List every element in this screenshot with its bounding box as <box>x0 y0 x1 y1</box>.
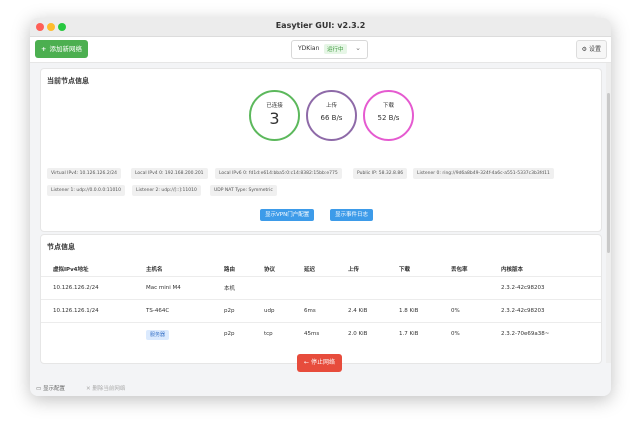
table-cell: 45ms <box>292 322 336 345</box>
close-icon: ✕ <box>86 386 91 392</box>
table-cell: 10.126.126.2/24 <box>41 276 134 300</box>
column-header: 虚拟IPv4地址 <box>53 266 89 273</box>
arrow-left-icon: ← <box>304 359 310 366</box>
table-cell: Mac mini M4 <box>134 276 212 300</box>
connected-label: 已连接 <box>266 103 283 109</box>
column-header: 丢包率 <box>451 266 468 273</box>
listener-0-chip: Listener 0: ring://9d6a8b49-324f-4a6c-a5… <box>413 168 554 179</box>
table-cell <box>41 322 134 345</box>
column-header: 上传 <box>348 266 360 273</box>
bottom-bar: ▭ 显示配置 ✕ 删除当前网络 <box>30 380 611 396</box>
network-status-badge: 运行中 <box>324 44 347 54</box>
listener-2-chip: Listener 2: udp://[::]:11010 <box>132 185 201 196</box>
column-header: 协议 <box>264 266 276 273</box>
local-ipv6-chip: Local IPv6 0: fd1d:e614:bba5:0:c14:8382:… <box>215 168 342 179</box>
hostname-badge: 服务器 <box>146 329 170 340</box>
table-cell: 本机 <box>212 276 252 300</box>
column-header: 主机名 <box>146 266 163 273</box>
table-cell: 2.4 KiB <box>336 299 387 323</box>
table-cell <box>252 276 292 300</box>
table-cell: 0% <box>439 299 489 323</box>
title-bar: Easytier GUI: v2.3.2 <box>30 18 611 37</box>
nat-type-chip: UDP NAT Type: Symmetric <box>210 185 277 196</box>
table-cell: TS-464C <box>134 299 212 323</box>
current-node-title: 当前节点信息 <box>47 77 89 85</box>
table-cell: 1.8 KiB <box>387 299 439 323</box>
document-icon: ▭ <box>36 386 42 392</box>
table-cell: udp <box>252 299 292 323</box>
app-window: Easytier GUI: v2.3.2 + 添加新网络 YDKian 运行中 ⌄… <box>30 18 611 396</box>
upload-stat: 上传 66 B/s <box>306 90 357 141</box>
table-row: 10.126.126.1/24 TS-464C p2p udp 6ms 2.4 … <box>41 299 601 323</box>
download-stat: 下载 52 B/s <box>363 90 414 141</box>
settings-button[interactable]: ⚙ 设置 <box>575 40 607 59</box>
gear-icon: ⚙ <box>581 46 588 53</box>
show-config-label: 显示配置 <box>42 386 65 392</box>
column-header: 下载 <box>399 266 411 273</box>
upload-value: 66 B/s <box>320 114 343 122</box>
upload-label: 上传 <box>325 103 337 109</box>
table-header-row: 虚拟IPv4地址 主机名 路由 协议 延迟 上传 下载 丢包率 内核版本 <box>41 261 601 277</box>
download-label: 下载 <box>382 103 394 109</box>
table-cell: 2.3.2-42c98203 <box>489 276 601 300</box>
show-event-log-button[interactable]: 显示事件日志 <box>330 209 374 221</box>
table-cell: 0% <box>439 322 489 345</box>
column-header: 延迟 <box>304 266 316 273</box>
public-ip-chip: Public IP: 58.32.8.86 <box>353 168 408 179</box>
plus-icon: + <box>41 45 47 53</box>
table-cell <box>292 276 336 300</box>
show-config-button[interactable]: ▭ 显示配置 <box>36 384 65 392</box>
add-network-button[interactable]: + 添加新网络 <box>35 40 88 58</box>
table-cell <box>439 276 489 300</box>
column-header: 内核版本 <box>501 266 524 273</box>
download-value: 52 B/s <box>377 114 400 122</box>
table-cell: p2p <box>212 299 252 323</box>
peers-title: 节点信息 <box>47 243 75 251</box>
table-cell <box>387 276 439 300</box>
table-row: 10.126.126.2/24 Mac mini M4 本机 2.3.2-42c… <box>41 276 601 300</box>
connected-value: 3 <box>269 109 280 128</box>
table-cell: 服务器 <box>134 322 212 345</box>
scrollbar[interactable] <box>606 63 611 363</box>
table-cell: 6ms <box>292 299 336 323</box>
table-cell: 1.7 KiB <box>387 322 439 345</box>
stop-network-label: 停止网络 <box>310 359 335 366</box>
peers-table: 虚拟IPv4地址 主机名 路由 协议 延迟 上传 下载 丢包率 内核版本 10.… <box>41 261 601 345</box>
show-vpn-portal-button[interactable]: 显示VPN门户配置 <box>260 209 315 221</box>
scrollbar-thumb[interactable] <box>607 93 610 253</box>
column-header: 路由 <box>224 266 236 273</box>
peers-card: 节点信息 虚拟IPv4地址 主机名 路由 协议 延迟 上传 下载 丢包率 内核版… <box>40 234 602 364</box>
network-name: YDKian <box>298 45 320 52</box>
table-cell: 2.0 KiB <box>336 322 387 345</box>
table-cell <box>336 276 387 300</box>
table-cell: 2.3.2-70e69a38~ <box>489 322 601 345</box>
local-ipv4-chip: Local IPv4 0: 192.168.200.201 <box>131 168 208 179</box>
toolbar: + 添加新网络 YDKian 运行中 ⌄ ⚙ 设置 <box>30 37 611 63</box>
window-title: Easytier GUI: v2.3.2 <box>275 21 366 30</box>
listener-1-chip: Listener 1: udp://0.0.0.0:11010 <box>47 185 126 196</box>
delete-network-button[interactable]: ✕ 删除当前网络 <box>86 384 125 392</box>
current-node-card: 当前节点信息 已连接 3 上传 66 B/s 下载 52 B/s Virtual… <box>40 68 602 232</box>
table-cell: tcp <box>252 322 292 345</box>
stop-network-button[interactable]: ← 停止网络 <box>297 354 342 372</box>
chevron-down-icon: ⌄ <box>355 44 361 52</box>
add-network-label: 添加新网络 <box>49 45 82 53</box>
table-cell: p2p <box>212 322 252 345</box>
virtual-ipv4-chip: Virtual IPv4: 10.126.126.2/24 <box>47 168 121 179</box>
table-cell: 2.3.2-42c98203 <box>489 299 601 323</box>
connected-stat: 已连接 3 <box>249 90 300 141</box>
settings-label: 设置 <box>588 46 601 53</box>
delete-network-label: 删除当前网络 <box>92 386 126 392</box>
network-select[interactable]: YDKian 运行中 ⌄ <box>291 40 368 59</box>
table-cell: 10.126.126.1/24 <box>41 299 134 323</box>
table-row: 服务器 p2p tcp 45ms 2.0 KiB 1.7 KiB 0% 2.3.… <box>41 322 601 345</box>
